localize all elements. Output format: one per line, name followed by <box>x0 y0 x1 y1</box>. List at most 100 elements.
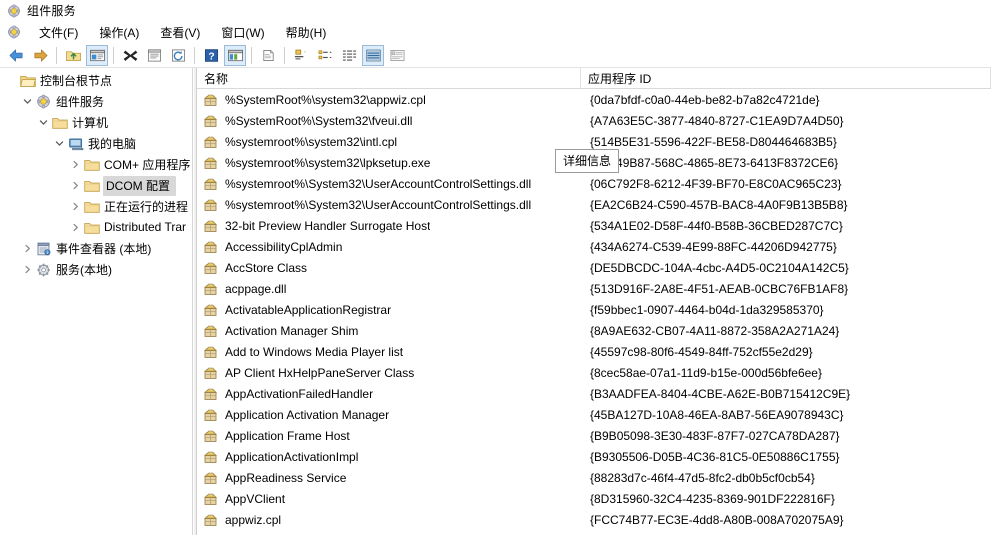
dcom-component-icon <box>203 366 219 380</box>
chevron-right-icon[interactable] <box>20 241 35 256</box>
tree-item-5[interactable]: DCOM 配置 <box>0 175 192 196</box>
forward-button[interactable] <box>29 45 51 66</box>
row-name-text: ActivatableApplicationRegistrar <box>225 302 392 317</box>
table-row[interactable]: AppActivationFailedHandler {B3AADFEA-8404… <box>197 383 991 404</box>
column-header-appid[interactable]: 应用程序 ID <box>581 68 991 88</box>
cell-name: AccStore Class <box>197 261 581 275</box>
toolbar-separator <box>194 46 195 64</box>
tile-view-button[interactable] <box>386 45 408 66</box>
svg-text:?: ? <box>208 51 214 62</box>
tree-item-8[interactable]: i 事件查看器 (本地) <box>0 238 192 259</box>
table-row[interactable]: Application Activation Manager {45BA127D-… <box>197 404 991 425</box>
list-view-button[interactable] <box>338 45 360 66</box>
table-row[interactable]: %SystemRoot%\System32\fveui.dll {A7A63E5C… <box>197 110 991 131</box>
table-row[interactable]: AppReadiness Service {88283d7c-46f4-47d5-… <box>197 467 991 488</box>
dcom-component-icon <box>203 450 219 464</box>
table-row[interactable]: appwiz.cpl {FCC74B77-EC3E-4dd8-A80B-008A7… <box>197 509 991 530</box>
row-name-text: AP Client HxHelpPaneServer Class <box>225 365 415 380</box>
tree-item-4[interactable]: COM+ 应用程序 <box>0 154 192 175</box>
refresh-button[interactable] <box>167 45 189 66</box>
chevron-down-icon[interactable] <box>52 136 67 151</box>
table-row[interactable]: acppage.dll {513D916F-2A8E-4F51-AEAB-0CBC… <box>197 278 991 299</box>
list-header: 名称 应用程序 ID <box>197 68 991 89</box>
up-one-level-button[interactable] <box>62 45 84 66</box>
tree-item-2[interactable]: 计算机 <box>0 112 192 133</box>
table-row[interactable]: %systemroot%\System32\UserAccountControl… <box>197 194 991 215</box>
show-hide-action-pane-button[interactable] <box>224 44 246 66</box>
row-name-text: %systemroot%\System32\UserAccountControl… <box>225 176 532 191</box>
dcom-component-icon <box>203 429 219 443</box>
tree-item-label: DCOM 配置 <box>103 175 176 196</box>
table-row[interactable]: Authentication UI CredUI Out of Proc Hel… <box>197 530 991 535</box>
services-gear-icon <box>35 262 52 278</box>
small-icons-button[interactable] <box>314 45 336 66</box>
menu-file[interactable]: 文件(F) <box>29 22 89 43</box>
row-name-text: Activation Manager Shim <box>225 323 359 338</box>
help-button[interactable]: ? <box>200 45 222 66</box>
menu-action[interactable]: 操作(A) <box>89 22 150 43</box>
tree-item-7[interactable]: Distributed Trar <box>0 217 192 238</box>
table-row[interactable]: ApplicationActivationImpl {B9305506-D05B-… <box>197 446 991 467</box>
table-row[interactable]: %SystemRoot%\system32\appwiz.cpl {0da7bfd… <box>197 89 991 110</box>
component-services-icon <box>35 94 52 110</box>
chevron-right-icon[interactable] <box>68 220 83 235</box>
row-name-text: %SystemRoot%\System32\fveui.dll <box>225 113 413 128</box>
folder-icon <box>83 199 100 215</box>
tree-item-1[interactable]: 组件服务 <box>0 91 192 112</box>
row-name-text: acppage.dll <box>225 281 287 296</box>
menu-help[interactable]: 帮助(H) <box>276 22 338 43</box>
table-row[interactable]: Activation Manager Shim {8A9AE632-CB07-4A… <box>197 320 991 341</box>
cell-name: ActivatableApplicationRegistrar <box>197 303 581 317</box>
table-row[interactable]: ActivatableApplicationRegistrar {f59bbec1… <box>197 299 991 320</box>
row-name-text: %systemroot%\system32\intl.cpl <box>225 134 398 149</box>
table-row[interactable]: AppVClient {8D315960-32C4-4235-8369-901DF… <box>197 488 991 509</box>
tree-item-3[interactable]: 我的电脑 <box>0 133 192 154</box>
table-row[interactable]: AccStore Class {DE5DBCDC-104A-4cbc-A4D5-0… <box>197 257 991 278</box>
cell-appid: {434A6274-C539-4E99-88FC-44206D942775} <box>590 239 837 254</box>
cell-name: Activation Manager Shim <box>197 324 581 338</box>
chevron-right-icon[interactable] <box>68 157 83 172</box>
large-icons-button[interactable] <box>290 45 312 66</box>
cell-name: %systemroot%\system32\lpksetup.exe <box>197 156 581 170</box>
dcom-component-icon <box>203 303 219 317</box>
chevron-down-icon[interactable] <box>20 94 35 109</box>
table-row[interactable]: Add to Windows Media Player list {45597c9… <box>197 341 991 362</box>
tree-item-9[interactable]: 服务(本地) <box>0 259 192 280</box>
show-hide-console-tree-button[interactable] <box>86 44 108 66</box>
detail-view-button[interactable] <box>362 44 384 66</box>
menu-view[interactable]: 查看(V) <box>150 22 211 43</box>
tree-item-0[interactable]: 控制台根节点 <box>0 70 192 91</box>
table-row[interactable]: AccessibilityCplAdmin {434A6274-C539-4E99… <box>197 236 991 257</box>
delete-button[interactable] <box>119 45 141 66</box>
window-title: 组件服务 <box>27 4 76 18</box>
dcom-component-icon <box>203 240 219 254</box>
menu-window[interactable]: 窗口(W) <box>211 22 275 43</box>
table-row[interactable]: %systemroot%\System32\UserAccountControl… <box>197 173 991 194</box>
dcom-component-icon <box>203 198 219 212</box>
table-row[interactable]: 32-bit Preview Handler Surrogate Host {53… <box>197 215 991 236</box>
row-name-text: Application Activation Manager <box>225 407 390 422</box>
chevron-placeholder-icon <box>4 73 19 88</box>
cell-appid: {B9B05098-3E30-483F-87F7-027CA78DA287} <box>590 428 840 443</box>
back-button[interactable] <box>5 45 27 66</box>
chevron-right-icon[interactable] <box>68 199 83 214</box>
chevron-right-icon[interactable] <box>20 262 35 277</box>
tree-item-6[interactable]: 正在运行的进程 <box>0 196 192 217</box>
chevron-right-icon[interactable] <box>68 178 83 193</box>
row-name-text: AccStore Class <box>225 260 308 275</box>
table-row[interactable]: AP Client HxHelpPaneServer Class {8cec58a… <box>197 362 991 383</box>
export-list-button[interactable] <box>257 45 279 66</box>
dcom-component-icon <box>203 219 219 233</box>
row-name-text: ApplicationActivationImpl <box>225 449 359 464</box>
properties-button[interactable] <box>143 45 165 66</box>
cell-appid: {8A9AE632-CB07-4A11-8872-358A2A271A24} <box>590 323 840 338</box>
row-name-text: appwiz.cpl <box>225 512 282 527</box>
cell-appid: {06C792F8-6212-4F39-BF70-E8C0AC965C23} <box>590 176 842 191</box>
toolbar: ? <box>0 43 991 68</box>
table-row[interactable]: Application Frame Host {B9B05098-3E30-483… <box>197 425 991 446</box>
chevron-down-icon[interactable] <box>36 115 51 130</box>
tree-item-label: 服务(本地) <box>56 262 112 277</box>
component-services-window: 组件服务 文件(F) 操作(A) 查看(V) 窗口(W) 帮助(H) ? 控制台… <box>0 0 991 535</box>
column-header-name[interactable]: 名称 <box>197 68 581 88</box>
dcom-component-icon <box>203 324 219 338</box>
